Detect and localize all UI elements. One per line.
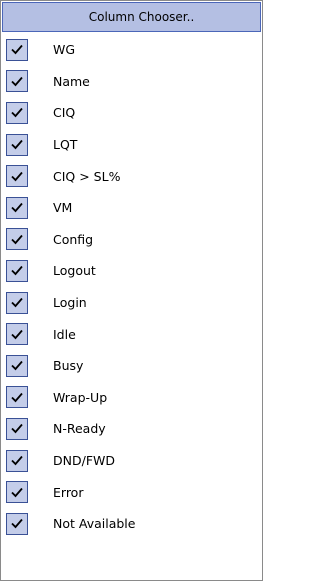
checkmark-icon[interactable] (6, 38, 28, 61)
checkmark-icon[interactable] (6, 259, 28, 282)
checkmark-icon[interactable] (6, 291, 28, 314)
checkmark-icon[interactable] (6, 196, 28, 219)
menu-item-idle[interactable]: Idle (1, 318, 262, 350)
checkmark-icon[interactable] (6, 228, 28, 251)
menu-item-label: CIQ > SL% (53, 168, 121, 184)
checkmark-icon[interactable] (6, 354, 28, 377)
checkmark-icon[interactable] (6, 133, 28, 156)
menu-item-login[interactable]: Login (1, 287, 262, 319)
menu-item-label: DND/FWD (53, 453, 115, 469)
column-chooser-title[interactable]: Column Chooser.. (2, 2, 261, 32)
menu-item-logout[interactable]: Logout (1, 255, 262, 287)
column-chooser-menu: Column Chooser.. WG Name CIQ LQT CIQ > S… (0, 0, 263, 581)
menu-item-config[interactable]: Config (1, 224, 262, 256)
checkmark-icon[interactable] (6, 323, 28, 346)
column-list: WG Name CIQ LQT CIQ > SL% VM Config Logo… (1, 34, 262, 540)
menu-item-label: WG (53, 42, 76, 58)
checkmark-icon[interactable] (6, 70, 28, 93)
menu-item-error[interactable]: Error (1, 476, 262, 508)
menu-item-label: LQT (53, 137, 78, 153)
menu-item-label: Error (53, 484, 84, 500)
menu-item-lqt[interactable]: LQT (1, 129, 262, 161)
menu-item-label: Login (53, 295, 87, 311)
menu-item-label: Idle (53, 326, 76, 342)
menu-item-wrap-up[interactable]: Wrap-Up (1, 382, 262, 414)
menu-item-wg[interactable]: WG (1, 34, 262, 66)
menu-item-ciq[interactable]: CIQ (1, 97, 262, 129)
checkmark-icon[interactable] (6, 165, 28, 188)
menu-item-label: CIQ (53, 105, 76, 121)
menu-item-not-available[interactable]: Not Available (1, 508, 262, 540)
checkmark-icon[interactable] (6, 101, 28, 124)
checkmark-icon[interactable] (6, 481, 28, 504)
menu-item-dnd-fwd[interactable]: DND/FWD (1, 445, 262, 477)
menu-item-label: Name (53, 73, 90, 89)
checkmark-icon[interactable] (6, 449, 28, 472)
menu-item-label: Busy (53, 358, 84, 374)
menu-item-n-ready[interactable]: N-Ready (1, 413, 262, 445)
menu-item-label: Logout (53, 263, 96, 279)
menu-item-label: N-Ready (53, 421, 106, 437)
menu-item-label: Wrap-Up (53, 389, 108, 405)
menu-item-vm[interactable]: VM (1, 192, 262, 224)
menu-item-ciq-sl[interactable]: CIQ > SL% (1, 160, 262, 192)
menu-item-label: Config (53, 231, 94, 247)
checkmark-icon[interactable] (6, 417, 28, 440)
menu-item-busy[interactable]: Busy (1, 350, 262, 382)
menu-item-name[interactable]: Name (1, 66, 262, 98)
checkmark-icon[interactable] (6, 512, 28, 535)
menu-item-label: VM (53, 200, 73, 216)
checkmark-icon[interactable] (6, 386, 28, 409)
menu-item-label: Not Available (53, 516, 136, 532)
